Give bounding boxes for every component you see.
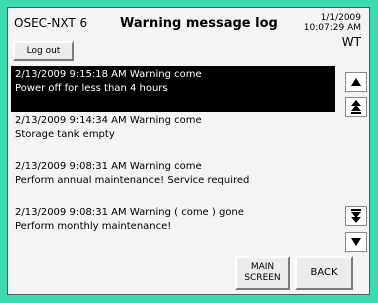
log-entry[interactable]: 2/13/2009 9:08:31 AM Warning ( come ) go… — [11, 204, 335, 250]
double-arrow-down-icon — [351, 209, 361, 223]
log-entry-timestamp: 2/13/2009 9:08:31 AM Warning come — [15, 161, 202, 172]
warning-log-list: 2/13/2009 9:15:18 AM Warning come Power … — [11, 66, 335, 250]
log-entry-message: Perform monthly maintenance! — [15, 221, 172, 232]
log-entry-message: Storage tank empty — [15, 129, 115, 140]
log-entry-timestamp: 2/13/2009 9:14:34 AM Warning come — [15, 115, 202, 126]
page-down-button[interactable] — [345, 206, 367, 226]
double-arrow-up-icon — [351, 100, 361, 114]
log-entry[interactable]: 2/13/2009 9:08:31 AM Warning come Perfor… — [11, 158, 335, 204]
header: OSEC-NXT 6 Warning message log 1/1/2009 … — [8, 8, 369, 66]
date-display: 1/1/2009 — [320, 13, 361, 23]
log-entry-message: Perform annual maintenance! Service requ… — [15, 175, 250, 186]
user-indicator: WT — [341, 35, 361, 49]
scroll-up-button[interactable] — [345, 72, 367, 92]
main-screen-button[interactable]: MAIN SCREEN — [235, 256, 290, 290]
log-entry-message: Power off for less than 4 hours — [15, 83, 168, 94]
log-entry-timestamp: 2/13/2009 9:15:18 AM Warning come — [15, 69, 202, 80]
scroll-down-button[interactable] — [345, 232, 367, 252]
logout-button[interactable]: Log out — [13, 41, 74, 61]
arrow-down-icon — [351, 238, 361, 246]
time-display: 10:07:29 AM — [303, 23, 361, 33]
page-up-button[interactable] — [345, 97, 367, 117]
back-button[interactable]: BACK — [295, 256, 353, 290]
arrow-up-icon — [351, 78, 361, 86]
hmi-screen: OSEC-NXT 6 Warning message log 1/1/2009 … — [7, 7, 370, 295]
page-title: Warning message log — [120, 16, 278, 31]
log-entry[interactable]: 2/13/2009 9:14:34 AM Warning come Storag… — [11, 112, 335, 158]
log-entry-selected[interactable]: 2/13/2009 9:15:18 AM Warning come Power … — [11, 66, 335, 112]
log-entry-timestamp: 2/13/2009 9:08:31 AM Warning ( come ) go… — [15, 207, 244, 218]
device-name: OSEC-NXT 6 — [14, 16, 88, 30]
